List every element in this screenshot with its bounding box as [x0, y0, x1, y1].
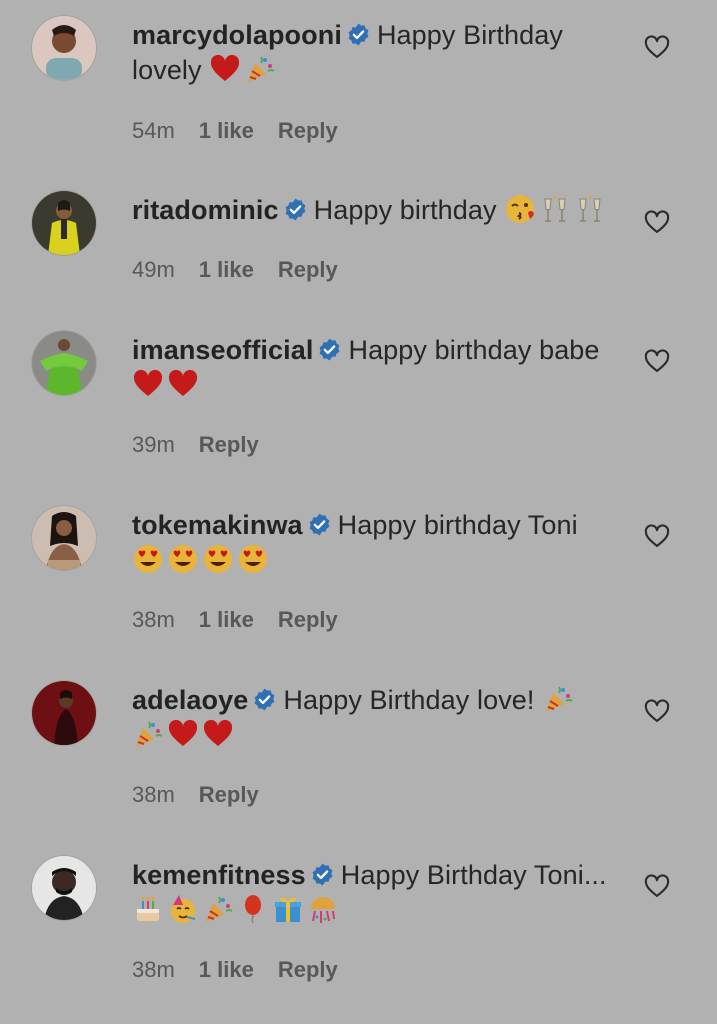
like-heart-icon[interactable] [643, 522, 671, 550]
wrapped-gift-icon [272, 893, 304, 925]
clinking-glasses-icon [574, 193, 606, 225]
avatar[interactable] [32, 191, 96, 255]
username[interactable]: kemenfitness [132, 860, 306, 890]
red-heart-icon [167, 368, 199, 400]
timestamp: 49m [132, 257, 175, 282]
comment-text: kemenfitness Happy Birthday Toni... [132, 858, 622, 928]
timestamp: 38m [132, 957, 175, 982]
comment-body: Happy birthday babe [348, 335, 600, 365]
comment-text: marcydolapooni Happy Birthday lovely [132, 18, 622, 88]
verified-badge-icon [310, 862, 335, 887]
heart-eyes-face-icon [132, 543, 164, 575]
likes-count[interactable]: 1 like [199, 957, 254, 982]
comment-body: Happy birthday Toni [337, 510, 578, 540]
like-heart-icon[interactable] [643, 697, 671, 725]
clinking-glasses-icon [539, 193, 571, 225]
verified-badge-icon [346, 22, 371, 47]
username[interactable]: marcydolapooni [132, 20, 342, 50]
like-heart-icon[interactable] [643, 33, 671, 61]
kissing-face-icon [504, 193, 536, 225]
balloon-icon [237, 893, 269, 925]
timestamp: 38m [132, 607, 175, 632]
comment-body: Happy birthday [313, 195, 497, 225]
reply-button[interactable]: Reply [199, 432, 259, 457]
party-popper-icon [542, 683, 574, 715]
confetti-ball-icon [307, 893, 339, 925]
comment-meta: 38m Reply [132, 782, 259, 808]
likes-count[interactable]: 1 like [199, 257, 254, 282]
comment-text: adelaoye Happy Birthday love! [132, 683, 622, 753]
comment-meta: 39m Reply [132, 432, 259, 458]
birthday-cake-icon [132, 893, 164, 925]
comment-text: tokemakinwa Happy birthday Toni [132, 508, 622, 578]
username[interactable]: imanseofficial [132, 335, 313, 365]
heart-eyes-face-icon [237, 543, 269, 575]
comment-body-line2: lovely [132, 55, 202, 85]
verified-badge-icon [307, 512, 332, 537]
username[interactable]: ritadominic [132, 195, 279, 225]
comment-meta: 38m 1 like Reply [132, 607, 338, 633]
partying-face-icon [167, 893, 199, 925]
verified-badge-icon [283, 197, 308, 222]
party-popper-icon [202, 893, 234, 925]
username[interactable]: tokemakinwa [132, 510, 303, 540]
party-popper-icon [132, 718, 164, 750]
timestamp: 54m [132, 118, 175, 143]
timestamp: 39m [132, 432, 175, 457]
avatar[interactable] [32, 681, 96, 745]
heart-eyes-face-icon [167, 543, 199, 575]
avatar[interactable] [32, 856, 96, 920]
timestamp: 38m [132, 782, 175, 807]
comment-body: Happy Birthday love! [283, 685, 535, 715]
red-heart-icon [132, 368, 164, 400]
likes-count[interactable]: 1 like [199, 607, 254, 632]
like-heart-icon[interactable] [643, 872, 671, 900]
avatar[interactable] [32, 16, 96, 80]
party-popper-icon [244, 53, 276, 85]
likes-count[interactable]: 1 like [199, 118, 254, 143]
reply-button[interactable]: Reply [199, 782, 259, 807]
red-heart-icon [209, 53, 241, 85]
comment-meta: 54m 1 like Reply [132, 118, 338, 144]
red-heart-icon [202, 718, 234, 750]
comment-body: Happy Birthday [376, 20, 563, 50]
reply-button[interactable]: Reply [278, 607, 338, 632]
comment-text: ritadominic Happy birthday [132, 193, 622, 228]
verified-badge-icon [252, 687, 277, 712]
username[interactable]: adelaoye [132, 685, 248, 715]
red-heart-icon [167, 718, 199, 750]
reply-button[interactable]: Reply [278, 957, 338, 982]
avatar[interactable] [32, 331, 96, 395]
comment-meta: 38m 1 like Reply [132, 957, 338, 983]
comments-list: marcydolapooni Happy Birthday lovely 54m 1… [0, 0, 717, 1024]
verified-badge-icon [317, 337, 342, 362]
reply-button[interactable]: Reply [278, 257, 338, 282]
heart-eyes-face-icon [202, 543, 234, 575]
like-heart-icon[interactable] [643, 347, 671, 375]
comment-body: Happy Birthday Toni... [340, 860, 607, 890]
avatar[interactable] [32, 506, 96, 570]
reply-button[interactable]: Reply [278, 118, 338, 143]
like-heart-icon[interactable] [643, 208, 671, 236]
comment-text: imanseofficial Happy birthday babe [132, 333, 622, 403]
comment-meta: 49m 1 like Reply [132, 257, 338, 283]
